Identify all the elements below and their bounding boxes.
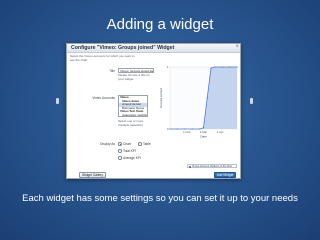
display-label: Display As [100, 142, 115, 146]
x-tick-label: 1 Apr [217, 130, 224, 134]
accounts-hint-2: (multiple selection) [118, 122, 144, 127]
dialog-title: Configure "Vimeo: Groups joined" Widget [71, 45, 175, 51]
option-average-kpi-label: Average KPI [123, 156, 141, 160]
slide-title: Adding a widget [106, 16, 214, 33]
option-total-kpi-label: Total KPI [123, 149, 136, 153]
data-point [176, 128, 179, 130]
data-point [228, 66, 231, 68]
option-table-label: Table [143, 142, 151, 146]
add-widget-button[interactable]: Add Widget [214, 172, 236, 178]
legend-swatch [189, 165, 191, 168]
data-point [214, 66, 216, 68]
chart-legend: Vimeo Account Vartiven to the flow [187, 164, 237, 168]
accounts-label: Vimeo Accounts [92, 96, 115, 100]
data-point [191, 128, 193, 130]
intro-line-2: see the chart [70, 57, 88, 62]
title-hint-2: your widget [118, 76, 134, 81]
dialog-titlebar: Configure "Vimeo: Groups joined" Widget … [67, 44, 240, 53]
data-point [169, 128, 171, 130]
right-edge-marker [250, 98, 253, 104]
widget-gallery-button[interactable]: Widget Gallery [79, 172, 106, 178]
radio-chart[interactable] [118, 142, 122, 146]
x-tick-label: 1 Mar [200, 130, 207, 134]
accounts-list[interactable]: Vimeo Vimeo demo vimeo2.de.test Borkmann… [118, 95, 148, 117]
data-point [221, 66, 223, 68]
slide-caption: Each widget has some settings so you can… [22, 193, 298, 204]
y-tick-label: 0 [167, 127, 169, 131]
chart-svg: 0 1 1 Feb 1 Mar 1 Apr Date Groups Joined [159, 65, 238, 139]
close-icon[interactable]: × [235, 44, 239, 50]
radio-average-kpi[interactable] [118, 156, 122, 160]
y-tick-label: 1 [167, 65, 169, 69]
radio-table[interactable] [138, 142, 142, 146]
data-point [210, 67, 212, 69]
radio-total-kpi[interactable] [118, 149, 122, 153]
configure-widget-dialog: Configure "Vimeo: Groups joined" Widget … [66, 43, 241, 179]
y-axis-label: Groups Joined [159, 88, 163, 108]
list-item[interactable]: Categories: segfinfo [119, 113, 147, 116]
option-chart-label: Chart [123, 142, 131, 146]
title-label: Title [109, 69, 115, 73]
x-axis-label: Date [200, 135, 207, 139]
left-edge-marker [56, 98, 59, 104]
preview-chart: 0 1 1 Feb 1 Mar 1 Apr Date Groups Joined [156, 63, 240, 159]
data-point [202, 127, 205, 129]
data-point [236, 66, 238, 68]
data-point [206, 97, 208, 99]
x-tick-label: 1 Feb [183, 130, 191, 134]
legend-label: Vimeo Account Vartiven to the flow [192, 165, 232, 168]
